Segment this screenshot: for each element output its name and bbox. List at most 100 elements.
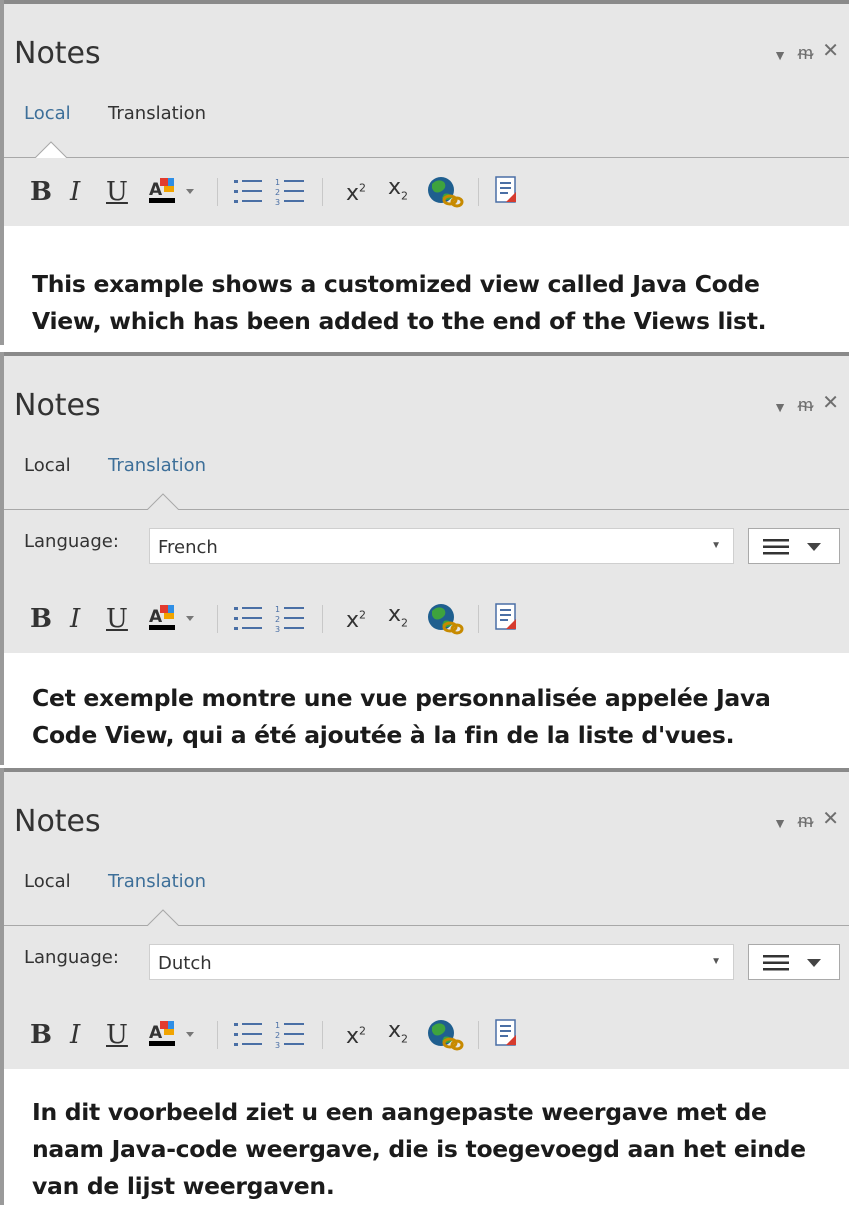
- panel-titlebar: Notes ▼ ᵯ ✕: [4, 4, 849, 89]
- toolbar-separator: [478, 605, 479, 633]
- numbered-list-button[interactable]: 1 2 3: [274, 1001, 308, 1069]
- toolbar-separator: [322, 1021, 323, 1049]
- align-icon: [763, 539, 821, 555]
- pin-icon[interactable]: ᵯ: [798, 812, 813, 830]
- italic-button[interactable]: I: [66, 1001, 86, 1069]
- bullet-list-button[interactable]: [232, 585, 266, 653]
- toolbar-separator: [217, 1021, 218, 1049]
- globe-link-icon: [428, 1020, 464, 1051]
- svg-text:1: 1: [275, 605, 280, 614]
- bullet-list-button[interactable]: [232, 158, 266, 226]
- pin-icon[interactable]: ᵯ: [798, 396, 813, 414]
- tab-translation[interactable]: Translation: [108, 455, 206, 476]
- underline-button[interactable]: U: [104, 585, 130, 653]
- dropdown-icon[interactable]: ▼: [773, 46, 787, 64]
- tab-local[interactable]: Local: [24, 455, 71, 476]
- toolbar-separator: [478, 1021, 479, 1049]
- italic-icon: I: [70, 604, 81, 634]
- format-toolbar: B I U A 1 2 3 x2 x2: [4, 1001, 849, 1069]
- font-color-button[interactable]: A: [146, 1001, 202, 1069]
- notes-editor[interactable]: Cet exemple montre une vue personnalisée…: [4, 653, 849, 765]
- bold-button[interactable]: B: [28, 158, 52, 226]
- active-tab-indicator: [34, 141, 68, 159]
- bullet-list-icon: [234, 607, 262, 630]
- bullet-list-button[interactable]: [232, 1001, 266, 1069]
- svg-text:3: 3: [275, 625, 280, 634]
- panel-title: Notes: [14, 804, 101, 839]
- tab-local[interactable]: Local: [24, 871, 71, 892]
- close-icon[interactable]: ✕: [822, 393, 839, 413]
- active-tab-indicator: [146, 909, 180, 927]
- font-color-button[interactable]: A: [146, 585, 202, 653]
- pin-icon[interactable]: ᵯ: [798, 44, 813, 62]
- subscript-button[interactable]: x2: [388, 585, 418, 653]
- panel-title: Notes: [14, 36, 101, 71]
- language-row: Language: French ▼: [4, 510, 849, 585]
- align-dropdown-button[interactable]: [748, 944, 840, 980]
- format-toolbar: B I U A 1 2 3 x2 x2: [4, 585, 849, 653]
- svg-text:1: 1: [275, 178, 280, 187]
- superscript-button[interactable]: x2: [342, 585, 376, 653]
- language-label: Language:: [24, 947, 119, 968]
- dropdown-icon[interactable]: ▼: [773, 814, 787, 832]
- toolbar-separator: [322, 605, 323, 633]
- bold-button[interactable]: B: [28, 585, 52, 653]
- underline-button[interactable]: U: [104, 158, 130, 226]
- underline-icon: U: [106, 177, 128, 207]
- tab-translation[interactable]: Translation: [108, 103, 206, 124]
- chevron-down-icon: ▼: [711, 540, 721, 551]
- tab-strip: Local Translation: [4, 89, 849, 159]
- notes-editor[interactable]: This example shows a customized view cal…: [4, 226, 849, 345]
- note-text: This example shows a customized view cal…: [32, 270, 767, 335]
- numbered-list-button[interactable]: 1 2 3: [274, 585, 308, 653]
- language-row: Language: Dutch ▼: [4, 926, 849, 1001]
- subscript-icon: x2: [388, 602, 409, 630]
- svg-text:2: 2: [275, 615, 280, 624]
- format-toolbar: B I U A 1 2 3 x2 x2: [4, 158, 849, 226]
- close-icon[interactable]: ✕: [822, 809, 839, 829]
- underline-button[interactable]: U: [104, 1001, 130, 1069]
- align-dropdown-button[interactable]: [748, 528, 840, 564]
- svg-text:2: 2: [275, 1031, 280, 1040]
- font-color-icon: A: [149, 605, 194, 630]
- language-value: Dutch: [158, 953, 212, 974]
- subscript-button[interactable]: x2: [388, 1001, 418, 1069]
- document-button[interactable]: [492, 1001, 522, 1069]
- bold-icon: B: [30, 604, 52, 634]
- document-button[interactable]: [492, 158, 522, 226]
- close-icon[interactable]: ✕: [822, 41, 839, 61]
- font-color-button[interactable]: A: [146, 158, 202, 226]
- numbered-list-icon: 1 2 3: [275, 605, 304, 634]
- italic-button[interactable]: I: [66, 158, 86, 226]
- bold-button[interactable]: B: [28, 1001, 52, 1069]
- tab-strip: Local Translation: [4, 441, 849, 511]
- dropdown-icon[interactable]: ▼: [773, 398, 787, 416]
- document-button[interactable]: [492, 585, 522, 653]
- superscript-button[interactable]: x2: [342, 158, 376, 226]
- notes-editor[interactable]: In dit voorbeeld ziet u een aangepaste w…: [4, 1069, 849, 1205]
- svg-text:3: 3: [275, 198, 280, 207]
- superscript-icon: x2: [346, 181, 367, 206]
- superscript-button[interactable]: x2: [342, 1001, 376, 1069]
- hyperlink-button[interactable]: [424, 1001, 464, 1069]
- language-select[interactable]: French ▼: [149, 528, 734, 564]
- globe-link-icon: [428, 604, 464, 635]
- document-icon: [495, 1019, 516, 1046]
- bullet-list-icon: [234, 1023, 262, 1046]
- svg-text:2: 2: [275, 188, 280, 197]
- tab-strip: Local Translation: [4, 857, 849, 927]
- italic-icon: I: [70, 177, 81, 207]
- align-icon: [763, 955, 821, 971]
- hyperlink-button[interactable]: [424, 585, 464, 653]
- panel-title: Notes: [14, 388, 101, 423]
- document-icon: [495, 176, 516, 203]
- language-select[interactable]: Dutch ▼: [149, 944, 734, 980]
- tab-local[interactable]: Local: [24, 103, 71, 124]
- numbered-list-button[interactable]: 1 2 3: [274, 158, 308, 226]
- notes-panel-local: Notes ▼ ᵯ ✕ Local Translation B I U A 1 …: [0, 0, 849, 345]
- hyperlink-button[interactable]: [424, 158, 464, 226]
- subscript-button[interactable]: x2: [388, 158, 418, 226]
- tab-translation[interactable]: Translation: [108, 871, 206, 892]
- italic-button[interactable]: I: [66, 585, 86, 653]
- language-value: French: [158, 537, 218, 558]
